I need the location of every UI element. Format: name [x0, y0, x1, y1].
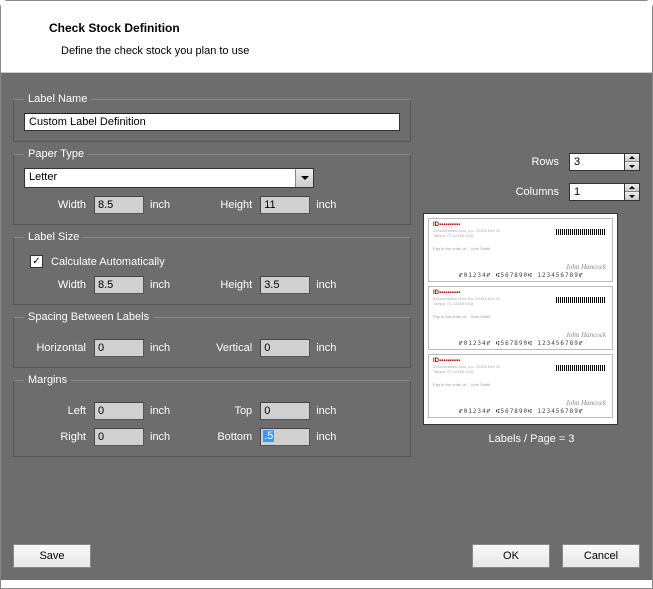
- micr-icon: ⑈01234⑈ ⑆567890⑆ 123456789⑈: [459, 272, 583, 279]
- margin-top-unit: inch: [316, 405, 336, 417]
- label-height-unit: inch: [316, 279, 336, 291]
- label-width-unit: inch: [150, 279, 170, 291]
- calc-auto-checkbox[interactable]: ✓: [30, 255, 43, 268]
- margin-bottom-unit: inch: [316, 431, 336, 443]
- dialog-title: Check Stock Definition: [49, 21, 622, 35]
- label-height-label: Height: [190, 279, 260, 291]
- spacing-h-label: Horizontal: [24, 342, 94, 354]
- label-size-group: Label Size ✓ Calculate Automatically Wid…: [13, 231, 411, 305]
- paper-type-group: Paper Type Letter Width inch Height inch: [13, 148, 411, 225]
- rows-input[interactable]: [569, 153, 625, 171]
- preview-check-3: ID▪▪▪▪▪▪▪▪▪▪ IDAutomation.com, Inc. 1234…: [428, 354, 613, 418]
- paper-height-input[interactable]: [260, 196, 310, 214]
- paper-height-label: Height: [190, 199, 260, 211]
- micr-icon: ⑈01234⑈ ⑆567890⑆ 123456789⑈: [459, 408, 583, 415]
- label-name-input[interactable]: [24, 113, 400, 131]
- margin-right-input[interactable]: [94, 428, 144, 446]
- label-name-legend: Label Name: [24, 93, 91, 105]
- columns-input[interactable]: [569, 183, 625, 201]
- rows-spinner[interactable]: [569, 153, 640, 171]
- save-button[interactable]: Save: [13, 544, 91, 568]
- signature-icon: John Hancock: [566, 263, 606, 271]
- label-name-group: Label Name: [13, 93, 411, 142]
- spacing-v-label: Vertical: [190, 342, 260, 354]
- label-width-input[interactable]: [94, 276, 144, 294]
- spacing-h-input[interactable]: [94, 339, 144, 357]
- margins-legend: Margins: [24, 374, 71, 386]
- label-width-label: Width: [24, 279, 94, 291]
- signature-icon: John Hancock: [566, 331, 606, 339]
- paper-type-selected-value: Letter: [29, 171, 57, 183]
- margin-right-label: Right: [24, 431, 94, 443]
- margin-right-unit: inch: [150, 431, 170, 443]
- dialog-window: Check Stock Definition Define the check …: [0, 0, 653, 589]
- margin-left-input[interactable]: [94, 402, 144, 420]
- margin-bottom-selected: .5: [263, 430, 274, 442]
- paper-type-select[interactable]: Letter: [24, 168, 314, 188]
- dialog-header: Check Stock Definition Define the check …: [1, 1, 652, 73]
- dialog-subtitle: Define the check stock you plan to use: [49, 45, 622, 57]
- check-icon: ✓: [32, 257, 40, 267]
- margin-left-label: Left: [24, 405, 94, 417]
- barcode-icon: [556, 229, 606, 235]
- columns-down-button[interactable]: [625, 192, 639, 200]
- paper-type-legend: Paper Type: [24, 148, 88, 160]
- margin-top-label: Top: [190, 405, 260, 417]
- label-size-legend: Label Size: [24, 231, 83, 243]
- paper-height-unit: inch: [316, 199, 336, 211]
- margin-left-unit: inch: [150, 405, 170, 417]
- paper-width-label: Width: [24, 199, 94, 211]
- columns-up-button[interactable]: [625, 184, 639, 192]
- micr-icon: ⑈01234⑈ ⑆567890⑆ 123456789⑈: [459, 340, 583, 347]
- calc-auto-label: Calculate Automatically: [51, 256, 165, 268]
- margin-top-input[interactable]: [260, 402, 310, 420]
- preview-caption: Labels / Page = 3: [423, 433, 640, 445]
- label-height-input[interactable]: [260, 276, 310, 294]
- paper-width-input[interactable]: [94, 196, 144, 214]
- spacing-h-unit: inch: [150, 342, 170, 354]
- columns-label: Columns: [516, 186, 559, 198]
- margins-group: Margins Left inch Top inch Right inch Bo…: [13, 374, 411, 457]
- barcode-icon: [556, 365, 606, 371]
- ok-button[interactable]: OK: [472, 544, 550, 568]
- rows-up-button[interactable]: [625, 154, 639, 162]
- signature-icon: John Hancock: [566, 399, 606, 407]
- barcode-icon: [556, 297, 606, 303]
- spacing-group: Spacing Between Labels Horizontal inch V…: [13, 311, 411, 368]
- layout-preview: ID▪▪▪▪▪▪▪▪▪▪ IDAutomation.com, Inc. 1234…: [423, 213, 618, 425]
- spacing-v-unit: inch: [316, 342, 336, 354]
- preview-check-2: ID▪▪▪▪▪▪▪▪▪▪ IDAutomation.com, Inc. 1234…: [428, 286, 613, 350]
- dialog-body: Label Name Paper Type Letter Width inch …: [1, 73, 652, 580]
- cancel-button[interactable]: Cancel: [562, 544, 640, 568]
- rows-down-button[interactable]: [625, 162, 639, 170]
- preview-check-1: ID▪▪▪▪▪▪▪▪▪▪ IDAutomation.com, Inc. 1234…: [428, 218, 613, 282]
- spacing-legend: Spacing Between Labels: [24, 311, 153, 323]
- rows-label: Rows: [531, 156, 559, 168]
- columns-spinner[interactable]: [569, 183, 640, 201]
- spacing-v-input[interactable]: [260, 339, 310, 357]
- margin-bottom-label: Bottom: [190, 431, 260, 443]
- chevron-down-icon: [295, 169, 313, 187]
- paper-width-unit: inch: [150, 199, 170, 211]
